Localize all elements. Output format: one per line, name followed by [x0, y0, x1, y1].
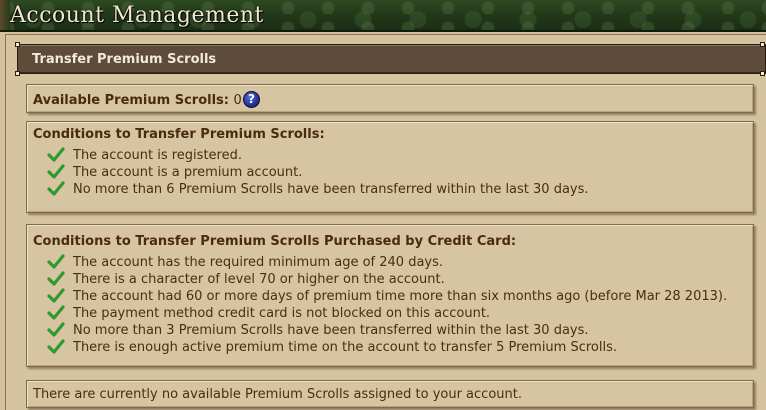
conditions-heading: Conditions to Transfer Premium Scrolls: [33, 127, 325, 142]
cc-condition-text: There is enough active premium time on t… [73, 340, 618, 355]
section-title: Transfer Premium Scrolls [32, 52, 217, 67]
available-scrolls-label: Available Premium Scrolls: 0 [33, 93, 242, 108]
condition-text: The account is a premium account. [73, 165, 303, 180]
checkmark-icon [47, 164, 65, 179]
cc-conditions-box: Conditions to Transfer Premium Scrolls P… [26, 224, 754, 367]
app-header: Account Management [0, 0, 766, 32]
cc-conditions-heading: Conditions to Transfer Premium Scrolls P… [33, 234, 517, 249]
available-scrolls-label-text: Available Premium Scrolls: [33, 93, 229, 108]
footer-message-box: There are currently no available Premium… [26, 380, 754, 408]
checkmark-icon [47, 339, 65, 354]
available-scrolls-count: 0 [233, 93, 242, 108]
conditions-box: Conditions to Transfer Premium Scrolls: … [26, 121, 754, 213]
available-scrolls-box: Available Premium Scrolls: 0 ? [26, 84, 754, 113]
resize-handle-bottom-right [760, 71, 765, 76]
no-scrolls-message: There are currently no available Premium… [33, 387, 522, 402]
checkmark-icon [47, 254, 65, 269]
cc-condition-text: The account had 60 or more days of premi… [73, 289, 728, 304]
checkmark-icon [47, 147, 65, 162]
section-title-bar: Transfer Premium Scrolls [17, 44, 766, 74]
cc-condition-text: The account has the required minimum age… [73, 255, 444, 270]
question-mark-icon[interactable]: ? [243, 91, 260, 108]
condition-text: The account is registered. [73, 148, 242, 163]
cc-condition-text: The payment method credit card is not bl… [73, 306, 491, 321]
checkmark-icon [47, 181, 65, 196]
header-frame-corner [0, 0, 10, 30]
checkmark-icon [47, 288, 65, 303]
condition-text: No more than 6 Premium Scrolls have been… [73, 182, 589, 197]
checkmark-icon [47, 322, 65, 337]
resize-handle-top-right [760, 42, 765, 47]
page-title: Account Management [10, 3, 264, 28]
checkmark-icon [47, 271, 65, 286]
resize-handle-bottom-left [15, 71, 20, 76]
resize-handle-top-left [15, 42, 20, 47]
cc-condition-text: No more than 3 Premium Scrolls have been… [73, 323, 589, 338]
cc-condition-text: There is a character of level 70 or high… [73, 272, 445, 287]
checkmark-icon [47, 305, 65, 320]
